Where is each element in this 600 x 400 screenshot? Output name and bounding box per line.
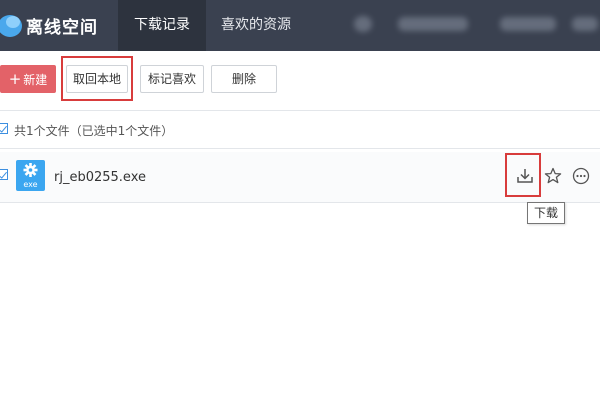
file-row-divider xyxy=(0,202,600,203)
summary-row: 共1个文件（已选中1个文件） xyxy=(0,115,600,143)
user-info-area[interactable] xyxy=(350,13,600,35)
download-icon[interactable] xyxy=(515,166,535,186)
new-button[interactable]: + 新建 xyxy=(0,65,56,93)
mark-favorite-button[interactable]: 标记喜欢 xyxy=(140,65,204,93)
tab-download-records[interactable]: 下载记录 xyxy=(118,0,206,51)
gear-icon xyxy=(23,163,38,177)
top-bar: 离线空间 下载记录 喜欢的资源 xyxy=(0,0,600,51)
more-icon[interactable] xyxy=(571,166,591,186)
exe-file-icon: exe xyxy=(16,160,45,191)
file-type-label: exe xyxy=(23,180,38,189)
summary-divider xyxy=(0,148,600,149)
plus-icon: + xyxy=(8,70,22,88)
delete-button[interactable]: 删除 xyxy=(211,65,277,93)
file-row[interactable]: exe rj_eb0255.exe xyxy=(0,152,600,202)
toolbar-divider xyxy=(0,110,600,111)
download-tooltip: 下载 xyxy=(527,202,565,224)
file-name[interactable]: rj_eb0255.exe xyxy=(54,170,146,185)
fetch-to-local-button[interactable]: 取回本地 xyxy=(66,65,128,93)
file-checkbox[interactable] xyxy=(0,169,8,180)
app-title: 离线空间 xyxy=(26,18,98,38)
file-count-summary: 共1个文件（已选中1个文件） xyxy=(14,124,174,138)
new-button-label: 新建 xyxy=(23,73,48,87)
tab-favorite-resources[interactable]: 喜欢的资源 xyxy=(206,0,306,51)
star-icon[interactable] xyxy=(543,166,563,186)
select-all-checkbox[interactable] xyxy=(0,123,8,134)
cloud-logo-icon xyxy=(0,15,22,37)
